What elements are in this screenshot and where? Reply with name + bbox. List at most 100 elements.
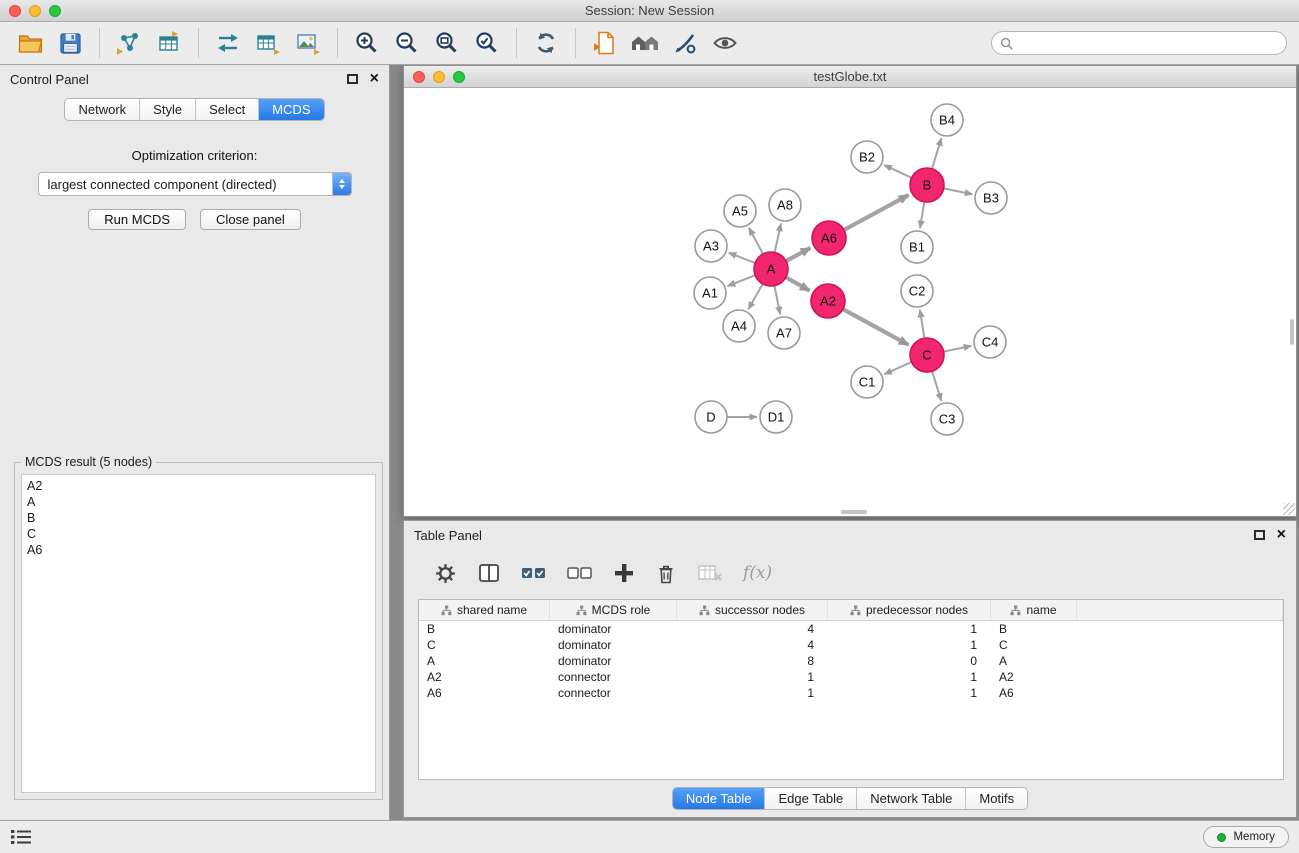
- network-node[interactable]: C3: [931, 403, 963, 435]
- network-node[interactable]: B3: [975, 182, 1007, 214]
- close-network-window-button[interactable]: [413, 71, 425, 83]
- network-edge[interactable]: [932, 371, 941, 401]
- close-panel-icon[interactable]: ×: [370, 73, 379, 85]
- network-edge[interactable]: [944, 188, 973, 194]
- tab-network-table[interactable]: Network Table: [857, 788, 966, 809]
- network-edge[interactable]: [843, 309, 909, 345]
- network-node[interactable]: A3: [695, 230, 727, 262]
- table-row[interactable]: A2connector11A2: [419, 669, 1283, 685]
- unselect-all-button[interactable]: [567, 564, 593, 582]
- column-header[interactable]: shared name: [419, 600, 550, 620]
- home-networks-button[interactable]: [625, 25, 665, 61]
- save-session-button[interactable]: [50, 25, 90, 61]
- float-table-panel-icon[interactable]: [1254, 530, 1265, 540]
- export-image-button[interactable]: [288, 25, 328, 61]
- toolbar-search[interactable]: [991, 31, 1287, 55]
- network-node[interactable]: B2: [851, 141, 883, 173]
- network-node-mcds[interactable]: A: [754, 252, 788, 286]
- close-panel-button[interactable]: Close panel: [200, 209, 301, 230]
- network-edge[interactable]: [884, 165, 911, 178]
- network-node[interactable]: A7: [768, 317, 800, 349]
- close-window-button[interactable]: [9, 5, 21, 17]
- horizontal-scrollbar[interactable]: [841, 510, 867, 514]
- mcds-result-item[interactable]: A: [27, 494, 370, 510]
- network-node-mcds[interactable]: B: [910, 168, 944, 202]
- show-panels-button[interactable]: [10, 829, 32, 845]
- tab-select[interactable]: Select: [196, 99, 259, 120]
- network-edge[interactable]: [749, 228, 763, 254]
- network-node[interactable]: D1: [760, 401, 792, 433]
- function-builder-button[interactable]: f(x): [743, 563, 772, 583]
- tab-network[interactable]: Network: [65, 99, 140, 120]
- network-edge[interactable]: [920, 202, 924, 228]
- network-edge[interactable]: [786, 277, 810, 290]
- network-file-button[interactable]: [585, 25, 625, 61]
- vertical-scrollbar[interactable]: [1290, 319, 1294, 345]
- tab-edge-table[interactable]: Edge Table: [765, 788, 857, 809]
- column-header[interactable]: successor nodes: [677, 600, 828, 620]
- swap-networks-button[interactable]: [208, 25, 248, 61]
- float-panel-icon[interactable]: [347, 74, 358, 84]
- minimize-window-button[interactable]: [29, 5, 41, 17]
- show-columns-button[interactable]: [477, 562, 501, 584]
- maximize-network-window-button[interactable]: [453, 71, 465, 83]
- mcds-result-item[interactable]: A6: [27, 542, 370, 558]
- search-input[interactable]: [1018, 36, 1278, 50]
- network-edge[interactable]: [944, 346, 972, 352]
- zoom-out-button[interactable]: [387, 25, 427, 61]
- minimize-network-window-button[interactable]: [433, 71, 445, 83]
- maximize-window-button[interactable]: [49, 5, 61, 17]
- network-node[interactable]: B4: [931, 104, 963, 136]
- network-window-titlebar[interactable]: testGlobe.txt: [404, 66, 1296, 88]
- network-edge[interactable]: [748, 284, 762, 310]
- network-node[interactable]: C4: [974, 326, 1006, 358]
- network-node[interactable]: A5: [724, 195, 756, 227]
- mcds-result-item[interactable]: B: [27, 510, 370, 526]
- mcds-result-item[interactable]: A2: [27, 478, 370, 494]
- network-edge[interactable]: [774, 286, 780, 315]
- table-row[interactable]: Adominator80A: [419, 653, 1283, 669]
- table-row[interactable]: Cdominator41C: [419, 637, 1283, 653]
- network-node[interactable]: A1: [694, 277, 726, 309]
- network-edge[interactable]: [932, 138, 941, 169]
- tab-motifs[interactable]: Motifs: [966, 788, 1027, 809]
- network-edge[interactable]: [884, 362, 911, 374]
- tab-mcds[interactable]: MCDS: [259, 99, 323, 120]
- network-node-mcds[interactable]: A2: [811, 284, 845, 318]
- network-node[interactable]: B1: [901, 231, 933, 263]
- close-table-panel-icon[interactable]: ×: [1277, 529, 1286, 541]
- column-header[interactable]: name: [991, 600, 1077, 620]
- network-edge[interactable]: [728, 275, 755, 286]
- run-mcds-button[interactable]: Run MCDS: [88, 209, 186, 230]
- tab-style[interactable]: Style: [140, 99, 196, 120]
- import-table-button[interactable]: [149, 25, 189, 61]
- annotation-button[interactable]: [665, 25, 705, 61]
- window-resize-grip[interactable]: [1283, 503, 1295, 515]
- mcds-result-item[interactable]: C: [27, 526, 370, 542]
- network-edge[interactable]: [775, 224, 781, 253]
- zoom-selected-button[interactable]: [467, 25, 507, 61]
- network-node[interactable]: D: [695, 401, 727, 433]
- network-node-mcds[interactable]: A6: [812, 221, 846, 255]
- delete-column-button[interactable]: [655, 562, 677, 585]
- delete-table-button[interactable]: [697, 563, 723, 583]
- column-header[interactable]: predecessor nodes: [828, 600, 991, 620]
- export-table-button[interactable]: [248, 25, 288, 61]
- network-node[interactable]: C2: [901, 275, 933, 307]
- network-canvas[interactable]: B4B2BB3A5A8A6A3B1AA1C2A2A4A7C4CC1DD1C3: [404, 88, 1296, 516]
- optimization-criterion-dropdown[interactable]: largest connected component (directed): [38, 172, 352, 196]
- zoom-fit-button[interactable]: [427, 25, 467, 61]
- table-row[interactable]: Bdominator41B: [419, 621, 1283, 637]
- network-edge[interactable]: [844, 195, 909, 230]
- zoom-in-button[interactable]: [347, 25, 387, 61]
- network-node-mcds[interactable]: C: [910, 338, 944, 372]
- refresh-view-button[interactable]: [526, 25, 566, 61]
- network-node[interactable]: A4: [723, 310, 755, 342]
- network-edge[interactable]: [729, 253, 755, 263]
- memory-button[interactable]: Memory: [1203, 826, 1289, 848]
- select-all-button[interactable]: [521, 564, 547, 582]
- mcds-result-list[interactable]: A2ABCA6: [21, 474, 376, 793]
- import-network-button[interactable]: [109, 25, 149, 61]
- table-row[interactable]: A6connector11A6: [419, 685, 1283, 701]
- network-node[interactable]: A8: [769, 189, 801, 221]
